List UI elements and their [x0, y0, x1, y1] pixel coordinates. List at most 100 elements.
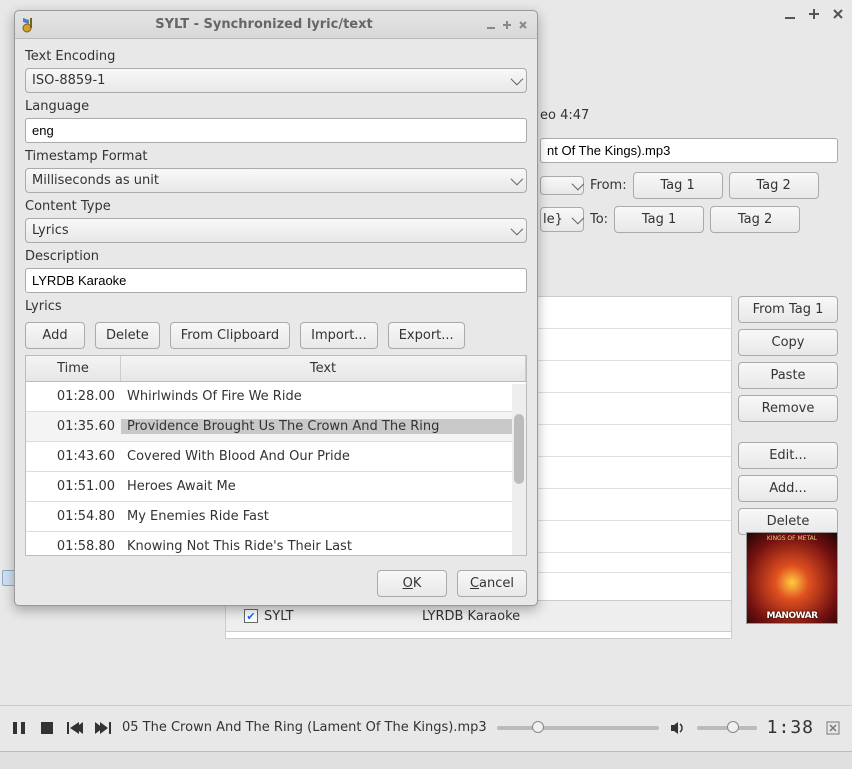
lyrics-scrollbar[interactable]	[512, 384, 526, 555]
col-time-header[interactable]: Time	[26, 356, 121, 381]
description-input[interactable]	[25, 268, 527, 293]
content-type-combo[interactable]: Lyrics	[25, 218, 527, 243]
lyrics-rows: 01:28.00Whirlwinds Of Fire We Ride01:35.…	[26, 382, 526, 555]
sylt-desc-cell: LYRDB Karaoke	[416, 609, 731, 624]
language-input[interactable]	[25, 118, 527, 143]
format-to-value: le}	[543, 212, 563, 227]
language-label: Language	[25, 95, 527, 118]
sylt-checkbox[interactable]: ✔	[244, 609, 258, 623]
lyric-time: 01:35.60	[26, 419, 121, 434]
add-side-button[interactable]: Add...	[738, 475, 838, 502]
format-to-combo[interactable]: le}	[540, 207, 584, 232]
filename-input[interactable]	[540, 138, 838, 163]
volume-icon[interactable]	[669, 719, 687, 737]
lyric-time: 01:51.00	[26, 479, 121, 494]
format-to-row: le} To: Tag 1 Tag 2	[540, 206, 838, 233]
close-player-icon[interactable]	[824, 719, 842, 737]
timestamp-value: Milliseconds as unit	[32, 173, 159, 188]
next-track-icon[interactable]	[94, 719, 112, 737]
prev-track-icon[interactable]	[66, 719, 84, 737]
album-art-image	[747, 533, 837, 623]
lyrics-header: Time Text	[26, 356, 526, 382]
lyric-text: Covered With Blood And Our Pride	[121, 449, 526, 464]
lyric-time: 01:43.60	[26, 449, 121, 464]
spacer	[738, 428, 838, 436]
description-label: Description	[25, 245, 527, 268]
close-icon[interactable]	[830, 6, 846, 22]
from-tag1-button[interactable]: Tag 1	[633, 172, 723, 199]
lyric-text: Knowing Not This Ride's Their Last	[121, 539, 526, 554]
lyric-row[interactable]: 01:58.80Knowing Not This Ride's Their La…	[26, 532, 526, 555]
lyric-text: Providence Brought Us The Crown And The …	[121, 419, 526, 434]
stop-icon[interactable]	[38, 719, 56, 737]
encoding-combo[interactable]: ISO-8859-1	[25, 68, 527, 93]
lyric-row[interactable]: 01:35.60Providence Brought Us The Crown …	[26, 412, 526, 442]
lyric-row[interactable]: 01:28.00Whirlwinds Of Fire We Ride	[26, 382, 526, 412]
dialog-app-icon	[21, 16, 39, 34]
edit-button[interactable]: Edit...	[738, 442, 838, 469]
ok-button[interactable]: OK	[377, 570, 447, 597]
format-from-combo[interactable]	[540, 176, 584, 195]
minimize-icon[interactable]	[782, 6, 798, 22]
album-top-text: KINGS OF METAL	[747, 535, 837, 542]
export-button[interactable]: Export...	[388, 322, 465, 349]
side-buttons: From Tag 1 Copy Paste Remove Edit... Add…	[738, 296, 838, 535]
time-display: 1:38	[767, 717, 814, 738]
dialog-body: Text Encoding ISO-8859-1 Language Timest…	[15, 39, 537, 562]
encoding-label: Text Encoding	[25, 45, 527, 68]
lyrics-button-row: Add Delete From Clipboard Import... Expo…	[25, 322, 527, 349]
to-tag1-button[interactable]: Tag 1	[614, 206, 704, 233]
col-text-header[interactable]: Text	[121, 356, 526, 381]
dialog-minimize-icon[interactable]	[483, 17, 499, 33]
add-lyric-button[interactable]: Add	[25, 322, 85, 349]
sylt-checkbox-cell: ✔ SYLT	[226, 609, 416, 624]
timestamp-label: Timestamp Format	[25, 145, 527, 168]
seek-slider[interactable]	[497, 726, 659, 730]
delete-side-button[interactable]: Delete	[738, 508, 838, 535]
maximize-icon[interactable]	[806, 6, 822, 22]
sylt-dialog: SYLT - Synchronized lyric/text Text Enco…	[14, 10, 538, 606]
scroll-thumb[interactable]	[514, 414, 524, 484]
dialog-close-icon[interactable]	[515, 17, 531, 33]
from-tag1-side-button[interactable]: From Tag 1	[738, 296, 838, 323]
paste-button[interactable]: Paste	[738, 362, 838, 389]
lyric-row[interactable]: 01:51.00Heroes Await Me	[26, 472, 526, 502]
lyric-text: My Enemies Ride Fast	[121, 509, 526, 524]
delete-lyric-button[interactable]: Delete	[95, 322, 160, 349]
remove-button[interactable]: Remove	[738, 395, 838, 422]
content-type-label: Content Type	[25, 195, 527, 218]
lyrics-table: Time Text 01:28.00Whirlwinds Of Fire We …	[25, 355, 527, 556]
encoding-value: ISO-8859-1	[32, 73, 105, 88]
album-logo-text: MANOWAR	[747, 611, 837, 621]
player-bar: 05 The Crown And The Ring (Lament Of The…	[0, 705, 852, 749]
copy-button[interactable]: Copy	[738, 329, 838, 356]
lyric-text: Whirlwinds Of Fire We Ride	[121, 389, 526, 404]
to-tag2-button[interactable]: Tag 2	[710, 206, 800, 233]
from-tag2-button[interactable]: Tag 2	[729, 172, 819, 199]
cancel-button[interactable]: Cancel	[457, 570, 527, 597]
lyric-row[interactable]: 01:54.80My Enemies Ride Fast	[26, 502, 526, 532]
lyrics-label: Lyrics	[25, 295, 527, 318]
status-bar	[0, 751, 852, 769]
dialog-title: SYLT - Synchronized lyric/text	[45, 17, 483, 32]
lyric-time: 01:54.80	[26, 509, 121, 524]
lyric-time: 01:28.00	[26, 389, 121, 404]
lyric-text: Heroes Await Me	[121, 479, 526, 494]
format-from-row: From: Tag 1 Tag 2	[540, 172, 838, 199]
album-art[interactable]: KINGS OF METAL MANOWAR	[746, 532, 838, 624]
from-clipboard-button[interactable]: From Clipboard	[170, 322, 290, 349]
dialog-maximize-icon[interactable]	[499, 17, 515, 33]
pause-icon[interactable]	[10, 719, 28, 737]
sylt-name-label: SYLT	[264, 609, 294, 624]
volume-slider[interactable]	[697, 726, 757, 730]
dialog-titlebar[interactable]: SYLT - Synchronized lyric/text	[15, 11, 537, 39]
to-label: To:	[590, 212, 608, 227]
import-button[interactable]: Import...	[300, 322, 378, 349]
now-playing-label: 05 The Crown And The Ring (Lament Of The…	[122, 720, 487, 735]
track-info-label: eo 4:47	[540, 108, 589, 123]
from-label: From:	[590, 178, 627, 193]
timestamp-combo[interactable]: Milliseconds as unit	[25, 168, 527, 193]
lyric-row[interactable]: 01:43.60Covered With Blood And Our Pride	[26, 442, 526, 472]
lyric-time: 01:58.80	[26, 539, 121, 554]
dialog-footer: OK Cancel	[15, 562, 537, 605]
